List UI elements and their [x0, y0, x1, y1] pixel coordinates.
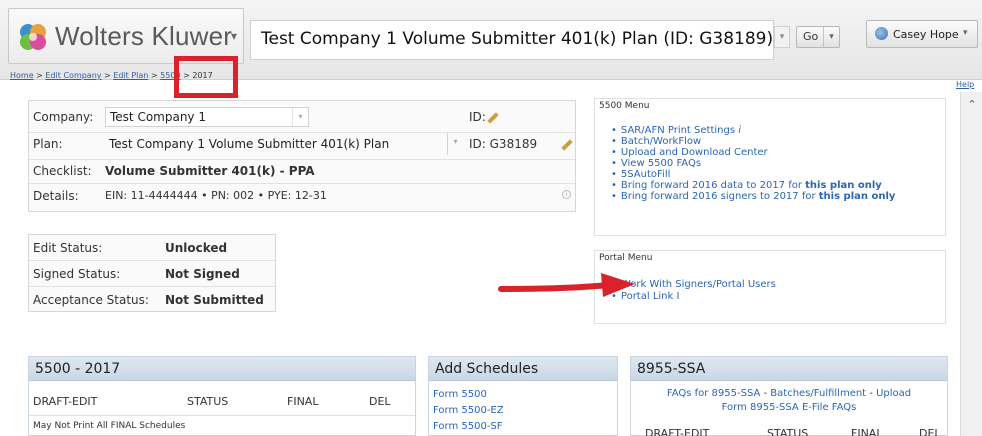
plan-selector-chevron-icon[interactable]: ▾	[774, 26, 790, 48]
go-label: Go	[803, 30, 819, 43]
company-chevron-down-icon: ▾	[292, 108, 308, 126]
link-ssa-faqs[interactable]: FAQs for 8955-SSA	[667, 388, 760, 399]
divider	[29, 183, 575, 184]
scroll-up-icon[interactable]: ⌃	[965, 98, 979, 111]
brand-name: Wolters Kluwer	[55, 21, 233, 51]
edit-status-row: Edit Status: Unlocked	[29, 235, 275, 261]
col-del: DEL	[919, 427, 941, 436]
panel-add-schedules-title: Add Schedules	[429, 357, 617, 381]
menu-5500: 5500 Menu SAR/AFN Print Settings i Batch…	[594, 98, 946, 236]
signed-status-value: Not Signed	[165, 267, 240, 281]
link-form-5500[interactable]: Form 5500	[433, 389, 487, 400]
link-ssa-batches[interactable]: Batches/Fulfillment	[770, 388, 866, 399]
top-header: Wolters Kluwer ▾ Test Company 1 Volume S…	[0, 0, 982, 80]
portal-menu-title: Portal Menu	[599, 253, 653, 263]
status-panel: Edit Status: Unlocked Signed Status: Not…	[28, 234, 276, 312]
acceptance-status-row: Acceptance Status: Not Submitted	[29, 287, 275, 313]
help-link[interactable]: Help	[956, 80, 974, 89]
breadcrumb-sep: >	[33, 71, 46, 80]
user-chevron-down-icon: ▾	[963, 28, 968, 38]
plan-label: Plan:	[33, 137, 63, 151]
col-draft-edit: DRAFT-EDIT	[645, 427, 710, 436]
highlight-box	[174, 56, 238, 98]
chevron-down-icon: ▾	[231, 29, 238, 43]
menu-5500-list: SAR/AFN Print Settings i Batch/WorkFlow …	[611, 125, 896, 202]
info-icon[interactable]: i	[562, 190, 571, 199]
plan-selector[interactable]: Test Company 1 Volume Submitter 401(k) P…	[250, 20, 774, 60]
company-select[interactable]: Test Company 1 ▾	[105, 107, 309, 127]
panel-5500-2017: 5500 - 2017 DRAFT-EDIT STATUS FINAL DEL …	[28, 356, 416, 436]
menu-5500-title: 5500 Menu	[599, 101, 650, 111]
details-value: EIN: 11-4444444 • PN: 002 • PYE: 12-31	[105, 189, 327, 202]
ssa-links: FAQs for 8955-SSA - Batches/Fulfillment …	[666, 388, 912, 413]
divider	[29, 415, 415, 416]
menu-item-autofill[interactable]: 5SAutoFill	[611, 169, 895, 180]
signed-status-row: Signed Status: Not Signed	[29, 261, 275, 287]
edit-status-label: Edit Status:	[33, 241, 103, 255]
plan-value: Test Company 1 Volume Submitter 401(k) P…	[109, 137, 390, 151]
breadcrumb-edit-company[interactable]: Edit Company	[45, 71, 101, 80]
link-form-5500-sf[interactable]: Form 5500-SF	[433, 421, 503, 432]
edit-pencil-icon[interactable]	[487, 112, 499, 124]
breadcrumb-edit-plan[interactable]: Edit Plan	[113, 71, 148, 80]
menu-item-view-faqs[interactable]: View 5500 FAQs	[611, 158, 895, 169]
company-id-label: ID:	[469, 110, 486, 124]
globe-icon	[875, 27, 888, 40]
link-ssa-efile-faqs[interactable]: Form 8955-SSA E-File FAQs	[722, 402, 857, 413]
user-menu-button[interactable]: Casey Hope ▾	[866, 20, 978, 48]
acceptance-status-value: Not Submitted	[165, 293, 264, 307]
go-chevron-down-icon[interactable]: ▾	[823, 27, 839, 47]
breadcrumb-sep: >	[148, 71, 161, 80]
info-icon[interactable]: i	[738, 125, 741, 136]
menu-item-sar-settings[interactable]: SAR/AFN Print Settings i	[611, 125, 895, 136]
menu-item-bring-forward-data[interactable]: Bring forward 2016 data to 2017 for this…	[611, 180, 895, 191]
go-button[interactable]: Go ▾	[796, 26, 840, 48]
col-final: FINAL	[851, 427, 883, 436]
breadcrumb-home[interactable]: Home	[10, 71, 34, 80]
wolters-kluwer-logo-icon	[20, 24, 46, 50]
panel-8955-ssa: 8955-SSA FAQs for 8955-SSA - Batches/Ful…	[630, 356, 948, 436]
panel-add-schedules: Add Schedules Form 5500 Form 5500-EZ For…	[428, 356, 618, 436]
signed-status-label: Signed Status:	[33, 267, 121, 281]
acceptance-status-label: Acceptance Status:	[33, 293, 149, 307]
panel-5500-title: 5500 - 2017	[29, 357, 415, 381]
plan-info-panel: Company: Test Company 1 ▾ ID: Plan: Test…	[28, 100, 576, 212]
col-final: FINAL	[287, 395, 319, 408]
col-del: DEL	[369, 395, 391, 408]
link-ssa-upload[interactable]: Upload	[876, 388, 911, 399]
user-name: Casey Hope	[893, 28, 959, 41]
menu-item-batch-workflow[interactable]: Batch/WorkFlow	[611, 136, 895, 147]
breadcrumb-sep: >	[101, 71, 114, 80]
plan-title: Test Company 1 Volume Submitter 401(k) P…	[261, 29, 774, 49]
edit-pencil-icon[interactable]	[561, 139, 573, 151]
link-form-5500-ez[interactable]: Form 5500-EZ	[433, 405, 504, 416]
details-label: Details:	[33, 189, 79, 203]
vertical-scrollbar[interactable]: ⌃	[960, 92, 982, 436]
panel-8955-ssa-title: 8955-SSA	[631, 357, 947, 381]
col-status: STATUS	[767, 427, 809, 436]
print-note: May Not Print All FINAL Schedules	[33, 421, 186, 431]
edit-status-value: Unlocked	[165, 241, 228, 255]
checklist-label: Checklist:	[33, 164, 92, 178]
col-draft-edit: DRAFT-EDIT	[33, 395, 98, 408]
menu-item-bring-forward-signers[interactable]: Bring forward 2016 signers to 2017 for t…	[611, 191, 896, 202]
col-status: STATUS	[187, 395, 229, 408]
portal-menu: Portal Menu Work With Signers/Portal Use…	[594, 250, 946, 324]
red-arrow-annotation	[498, 273, 635, 297]
menu-item-upload-download[interactable]: Upload and Download Center	[611, 147, 895, 158]
company-value: Test Company 1	[110, 110, 206, 124]
plan-id: ID: G38189	[469, 137, 538, 151]
company-label: Company:	[33, 110, 94, 124]
checklist-value: Volume Submitter 401(k) - PPA	[105, 164, 315, 178]
plan-select[interactable]: Test Company 1 Volume Submitter 401(k) P…	[105, 133, 463, 155]
divider	[29, 159, 575, 160]
plan-chevron-down-icon: ▾	[447, 133, 463, 155]
